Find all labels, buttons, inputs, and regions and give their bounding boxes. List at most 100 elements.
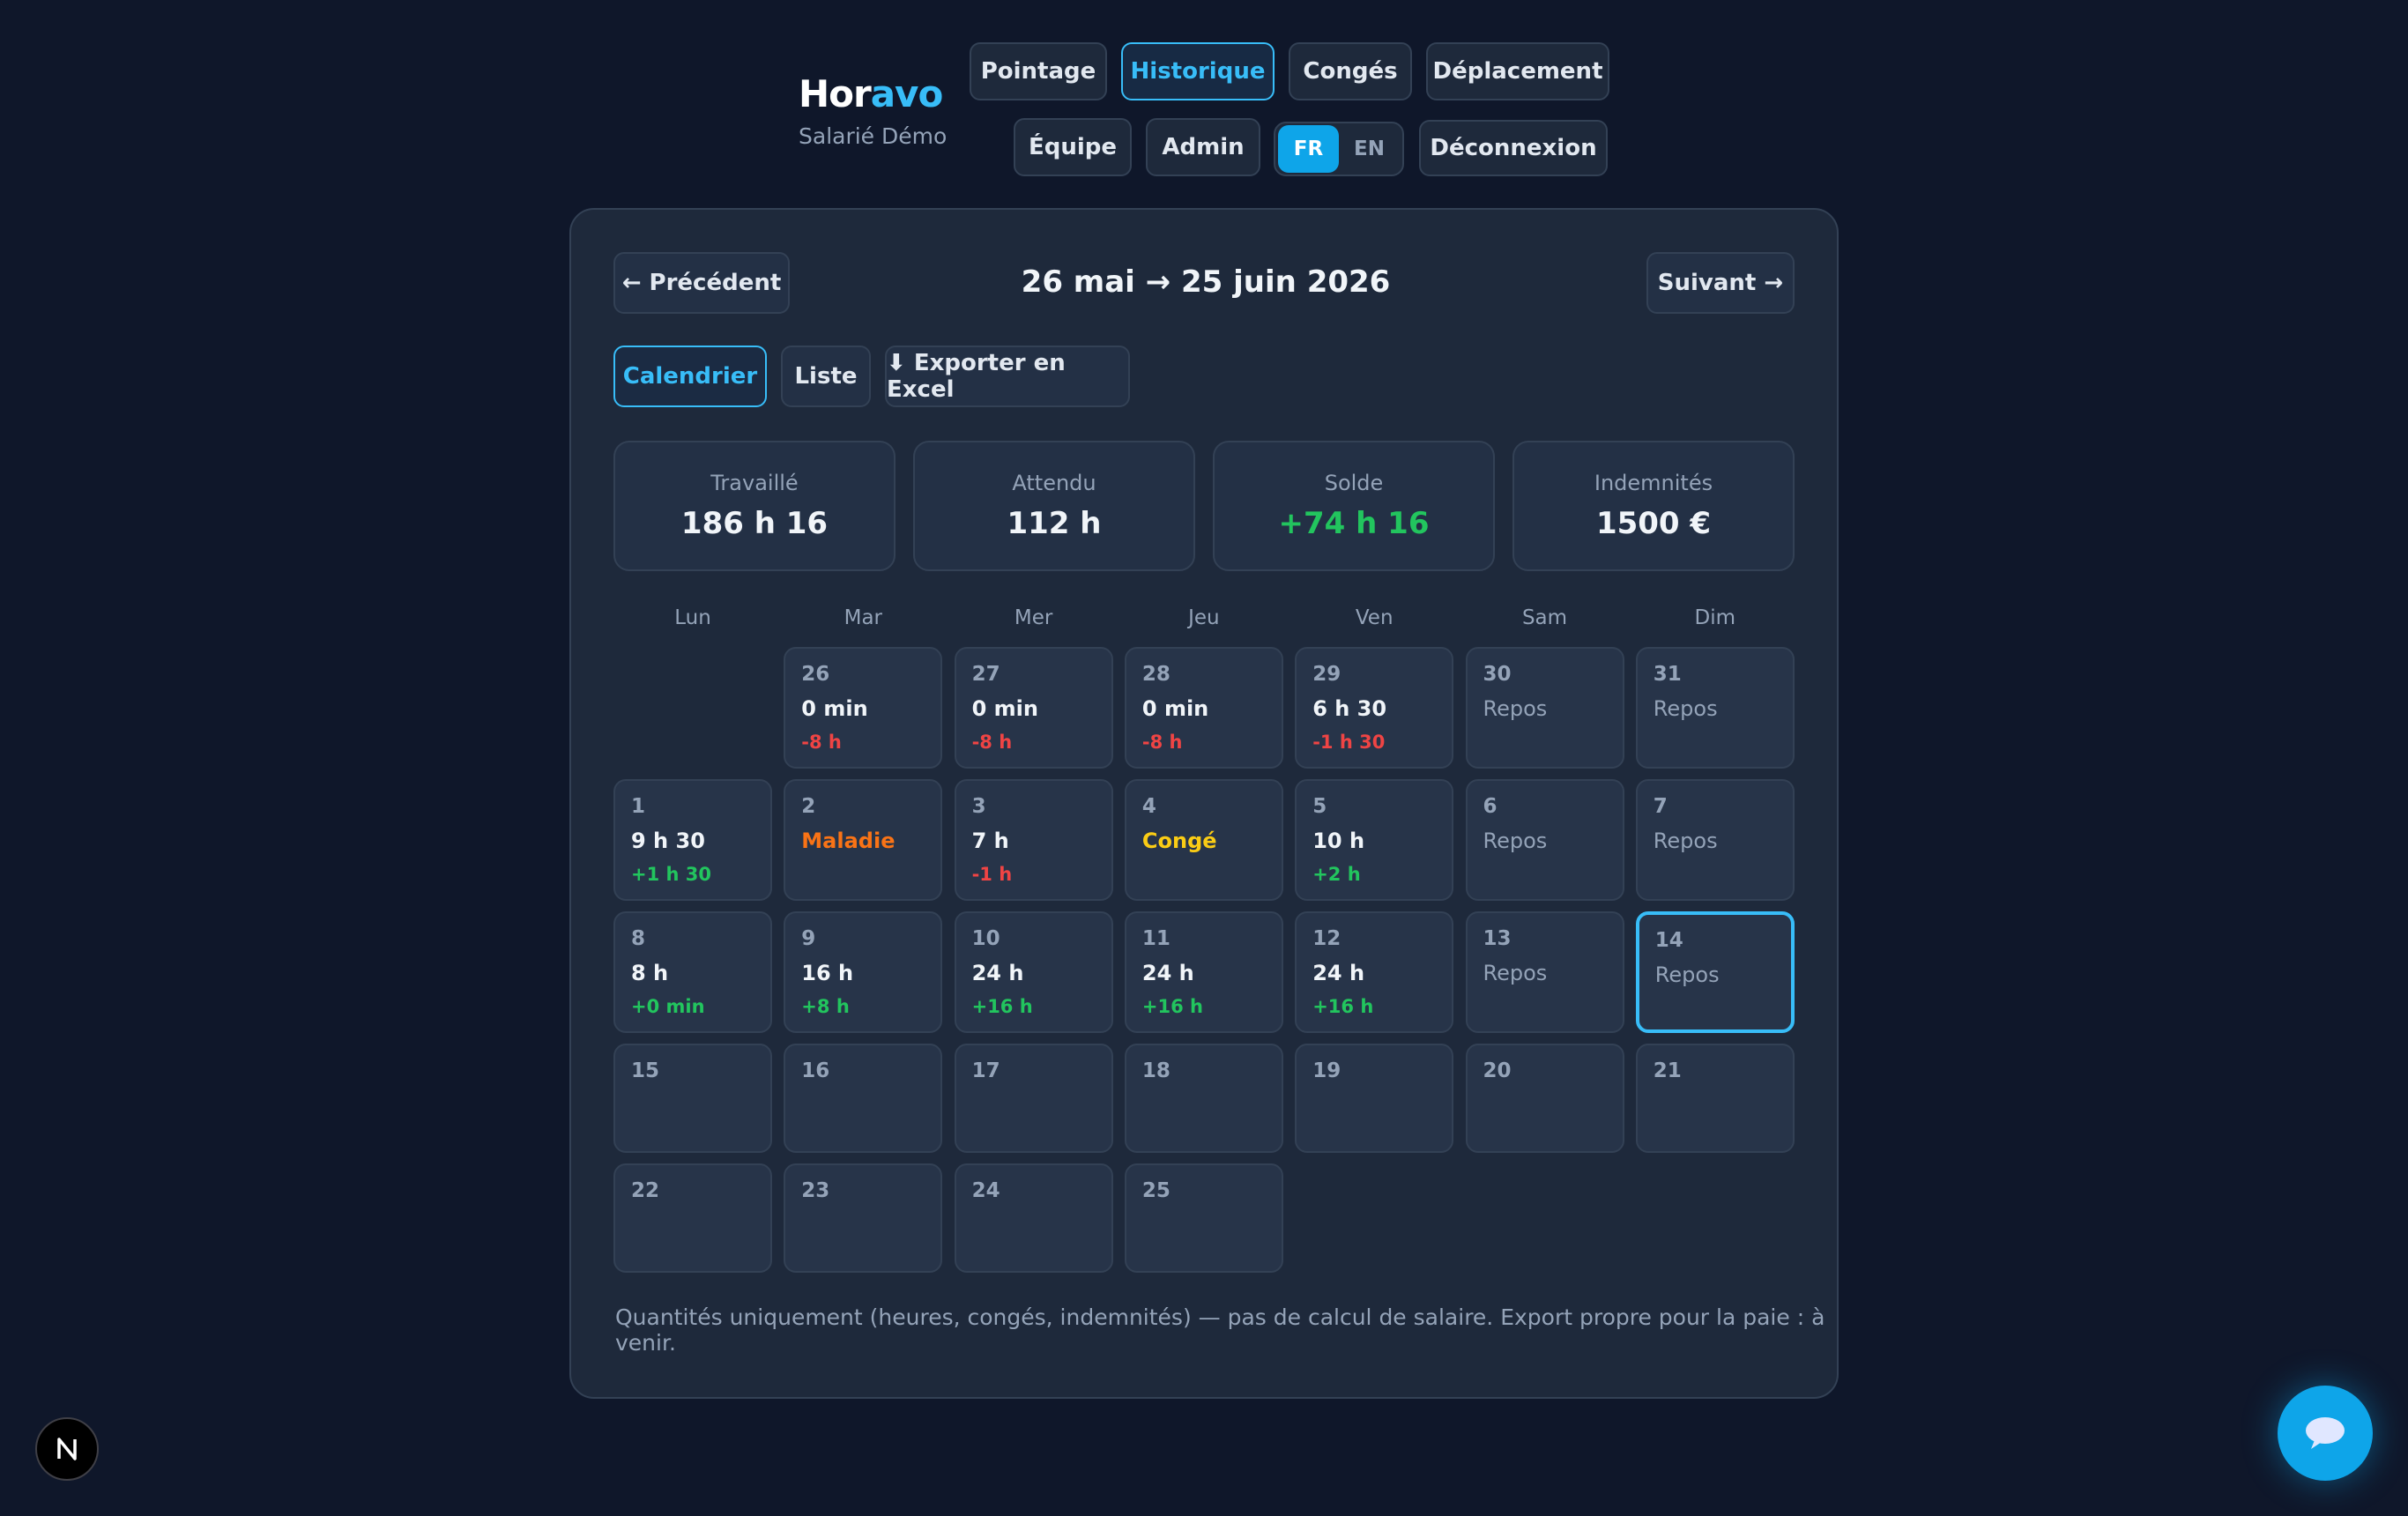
day-hours: Repos: [1483, 961, 1548, 985]
stat-expected-label: Attendu: [1012, 471, 1096, 495]
calendar-day-cell[interactable]: 1 9 h 30 +1 h 30: [613, 779, 772, 901]
calendar-day-cell[interactable]: 13 Repos: [1465, 911, 1624, 1033]
calendar-day-cell[interactable]: 27 0 min -8 h: [954, 647, 1113, 769]
calendar-day-cell[interactable]: 26 0 min -8 h: [784, 647, 943, 769]
nav-admin-button[interactable]: Admin: [1146, 118, 1260, 176]
lang-en-option[interactable]: EN: [1339, 125, 1400, 173]
stat-balance: Solde +74 h 16: [1213, 441, 1495, 571]
day-balance: -8 h: [971, 732, 1013, 753]
stat-allowances-value: 1500 €: [1595, 506, 1712, 541]
calendar-day-cell[interactable]: 18: [1124, 1044, 1283, 1153]
calendar-day-cell[interactable]: 23: [784, 1163, 943, 1273]
calendar-day-cell[interactable]: 3 7 h -1 h: [954, 779, 1113, 901]
day-hours: 6 h 30: [1312, 696, 1387, 721]
weekday-label: Sam: [1521, 606, 1568, 629]
day-number: 11: [1141, 927, 1171, 950]
calendar-day-cell[interactable]: 4 Congé: [1124, 779, 1283, 901]
day-number: 20: [1483, 1059, 1512, 1082]
day-number: 6: [1483, 795, 1498, 818]
calendar-day-cell[interactable]: 12 24 h +16 h: [1295, 911, 1454, 1033]
export-excel-button[interactable]: ⬇ Exporter en Excel: [885, 346, 1130, 407]
day-hours: Repos: [1653, 696, 1718, 721]
calendar-day-cell[interactable]: 5 10 h +2 h: [1295, 779, 1454, 901]
calendar-day-cell[interactable]: 24: [954, 1163, 1113, 1273]
calendar-day-cell[interactable]: 6 Repos: [1465, 779, 1624, 901]
day-hours: Repos: [1483, 829, 1548, 853]
day-balance: +16 h: [971, 996, 1033, 1017]
calendar-day-cell[interactable]: 2 Maladie: [784, 779, 943, 901]
day-balance: -8 h: [1141, 732, 1183, 753]
day-hours: Repos: [1653, 829, 1718, 853]
day-hours: 9 h 30: [631, 829, 705, 853]
day-number: 8: [631, 927, 646, 950]
nav-deplacement-button[interactable]: Déplacement: [1426, 42, 1609, 100]
day-number: 12: [1312, 927, 1341, 950]
day-number: 4: [1141, 795, 1156, 818]
view-calendar-button[interactable]: Calendrier: [613, 346, 767, 407]
calendar-day-cell[interactable]: 20: [1465, 1044, 1624, 1153]
day-number: 28: [1141, 663, 1171, 686]
calendar-day-cell[interactable]: 11 24 h +16 h: [1124, 911, 1283, 1033]
stat-allowances-label: Indemnités: [1594, 471, 1713, 495]
calendar-day-cell[interactable]: 19: [1295, 1044, 1454, 1153]
day-balance: -1 h: [971, 864, 1013, 885]
nav-conges-button[interactable]: Congés: [1289, 42, 1412, 100]
day-hours: 24 h: [1141, 961, 1194, 985]
current-user-name: Salarié Démo: [799, 123, 948, 149]
calendar-day-cell[interactable]: 8 8 h +0 min: [613, 911, 772, 1033]
day-number: 5: [1312, 795, 1327, 818]
day-balance: -8 h: [801, 732, 842, 753]
calendar-day-cell[interactable]: 21: [1635, 1044, 1795, 1153]
day-number: 23: [801, 1179, 830, 1202]
stat-balance-value: +74 h 16: [1278, 506, 1430, 541]
chat-bubble-icon[interactable]: [2278, 1386, 2373, 1481]
day-number: 1: [631, 795, 646, 818]
calendar-day-cell[interactable]: 25: [1124, 1163, 1283, 1273]
day-number: 29: [1312, 663, 1341, 686]
day-number: 25: [1141, 1179, 1171, 1202]
calendar-day-cell[interactable]: 29 6 h 30 -1 h 30: [1295, 647, 1454, 769]
calendar-day-cell[interactable]: 28 0 min -8 h: [1124, 647, 1283, 769]
day-number: 3: [971, 795, 986, 818]
day-number: 2: [801, 795, 816, 818]
day-balance: +8 h: [801, 996, 850, 1017]
calendar-day-cell[interactable]: 16: [784, 1044, 943, 1153]
day-number: 18: [1141, 1059, 1171, 1082]
day-number: 22: [631, 1179, 660, 1202]
day-hours: 0 min: [801, 696, 868, 721]
language-switch: FR EN: [1274, 122, 1404, 176]
day-balance: +2 h: [1312, 864, 1361, 885]
view-list-button[interactable]: Liste: [781, 346, 871, 407]
day-hours: Repos: [1654, 962, 1720, 987]
calendar-day-cell[interactable]: 9 16 h +8 h: [784, 911, 943, 1033]
day-hours: Repos: [1483, 696, 1548, 721]
n-logo-icon[interactable]: [35, 1417, 99, 1481]
day-hours: 7 h: [971, 829, 1009, 853]
day-number: 26: [801, 663, 830, 686]
calendar-day-cell[interactable]: 31 Repos: [1635, 647, 1795, 769]
period-title: 26 mai → 25 juin 2026: [1021, 264, 1391, 300]
day-hours: 16 h: [801, 961, 854, 985]
logout-button[interactable]: Déconnexion: [1419, 120, 1608, 176]
stat-worked-value: 186 h 16: [680, 506, 829, 541]
day-number: 15: [631, 1059, 660, 1082]
stat-expected-value: 112 h: [1007, 506, 1102, 541]
calendar-day-cell[interactable]: 30 Repos: [1465, 647, 1624, 769]
lang-fr-option[interactable]: FR: [1278, 125, 1339, 173]
nav-historique-button[interactable]: Historique: [1121, 42, 1275, 100]
calendar-day-cell[interactable]: 17: [954, 1044, 1113, 1153]
calendar-day-cell[interactable]: 22: [613, 1163, 772, 1273]
day-hours: 8 h: [631, 961, 669, 985]
nav-equipe-button[interactable]: Équipe: [1014, 118, 1132, 176]
nav-pointage-button[interactable]: Pointage: [970, 42, 1107, 100]
calendar-day-cell[interactable]: 10 24 h +16 h: [954, 911, 1113, 1033]
weekday-label: Jeu: [1188, 606, 1220, 629]
calendar-day-cell[interactable]: 7 Repos: [1635, 779, 1795, 901]
calendar-day-cell[interactable]: 14 Repos: [1635, 911, 1795, 1033]
day-balance: +16 h: [1141, 996, 1203, 1017]
stat-worked: Travaillé 186 h 16: [613, 441, 896, 571]
next-period-button[interactable]: Suivant →: [1646, 252, 1795, 314]
calendar-day-cell[interactable]: 15: [613, 1044, 772, 1153]
stat-worked-label: Travaillé: [710, 471, 799, 495]
previous-period-button[interactable]: ← Précédent: [613, 252, 790, 314]
